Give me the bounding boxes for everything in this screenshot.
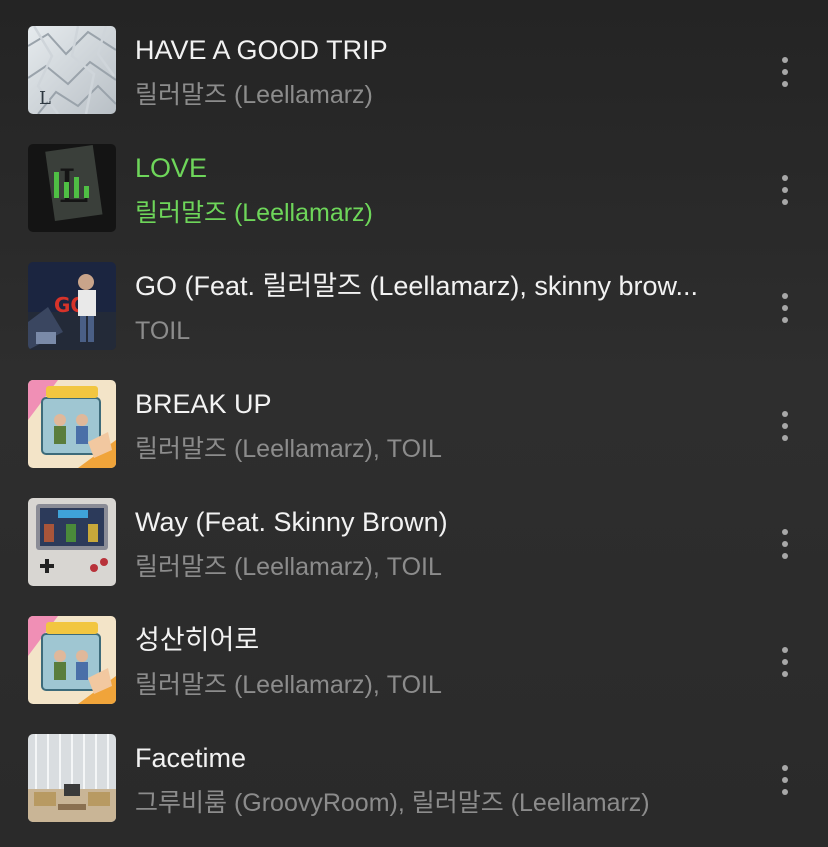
track-row-way[interactable]: Way (Feat. Skinny Brown) 릴러말즈 (Leellamar… (0, 472, 828, 590)
track-artist: 릴러말즈 (Leellamarz) (135, 199, 373, 227)
track-row-go[interactable]: GO GO (Feat. 릴러말즈 (Leellamarz), skinny b… (0, 236, 828, 354)
track-artist: TOIL (135, 317, 191, 345)
album-art-seongsan-hero (28, 616, 116, 704)
more-options-button[interactable] (770, 524, 800, 564)
track-row-facetime[interactable]: Facetime 그루비룸 (GroovyRoom), 릴러말즈 (Leella… (0, 708, 828, 826)
svg-text:L: L (58, 159, 89, 213)
track-title: Way (Feat. Skinny Brown) (135, 507, 448, 537)
svg-text:L: L (39, 88, 51, 109)
track-artist: 릴러말즈 (Leellamarz), TOIL (135, 671, 442, 699)
album-art-facetime (28, 734, 116, 822)
album-art-have-a-good-trip: L (28, 26, 116, 114)
track-row-love[interactable]: L LOVE 릴러말즈 (Leellamarz) (0, 118, 828, 236)
track-title: 성산히어로 (135, 625, 260, 655)
track-title: HAVE A GOOD TRIP (135, 35, 388, 65)
more-options-button[interactable] (770, 170, 800, 210)
track-artist: 그루비룸 (GroovyRoom), 릴러말즈 (Leellamarz) (135, 789, 650, 817)
album-art-go: GO (28, 262, 116, 350)
track-row-break-up[interactable]: BREAK UP 릴러말즈 (Leellamarz), TOIL (0, 354, 828, 472)
album-art-break-up (28, 380, 116, 468)
track-artist: 릴러말즈 (Leellamarz), TOIL (135, 435, 442, 463)
track-row-seongsan-hero[interactable]: 성산히어로 릴러말즈 (Leellamarz), TOIL (0, 590, 828, 708)
track-title: BREAK UP (135, 389, 272, 419)
more-options-button[interactable] (770, 288, 800, 328)
track-artist: 릴러말즈 (Leellamarz), TOIL (135, 553, 442, 581)
track-list: L HAVE A GOOD TRIP 릴러말즈 (Leellamarz) L L… (0, 0, 828, 847)
more-options-button[interactable] (770, 52, 800, 92)
album-art-way (28, 498, 116, 586)
more-options-button[interactable] (770, 642, 800, 682)
more-options-button[interactable] (770, 760, 800, 800)
track-title: Facetime (135, 743, 247, 773)
track-title: LOVE (135, 153, 208, 183)
track-artist: 릴러말즈 (Leellamarz) (135, 81, 373, 109)
album-art-love: L (28, 144, 116, 232)
more-options-button[interactable] (770, 406, 800, 446)
track-title: GO (Feat. 릴러말즈 (Leellamarz), skinny brow… (135, 271, 699, 301)
track-row-have-a-good-trip[interactable]: L HAVE A GOOD TRIP 릴러말즈 (Leellamarz) (0, 0, 828, 118)
